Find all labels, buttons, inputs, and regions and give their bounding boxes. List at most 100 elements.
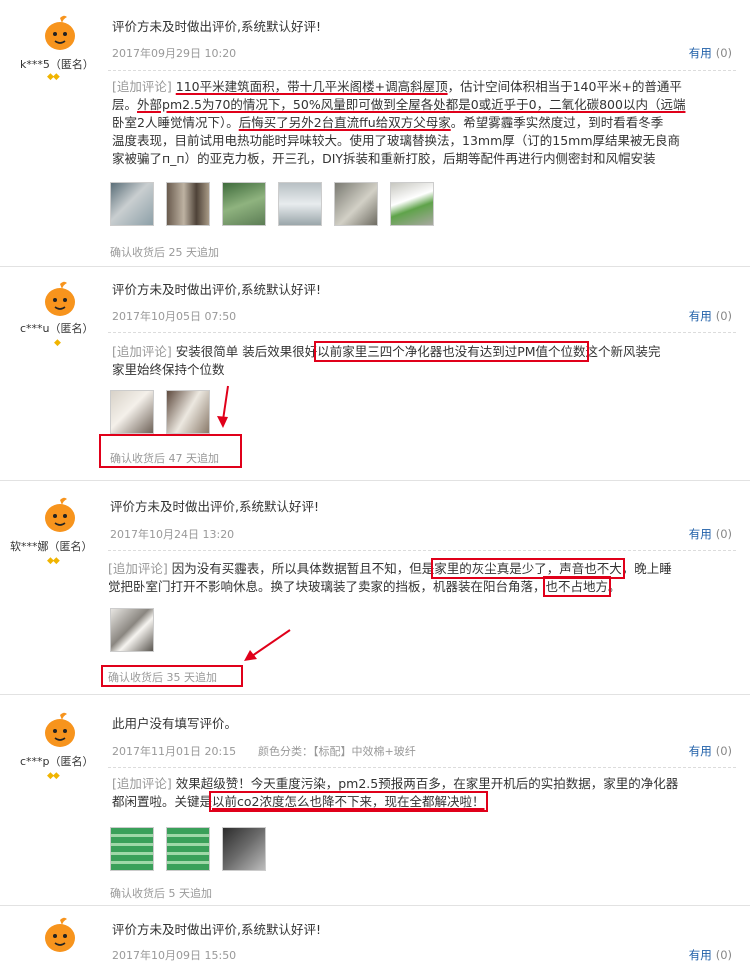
follow-up-comment: [追加评论] 安装很简单 装后效果很好以前家里三四个净化器也没有达到过PM值个位… <box>112 341 734 379</box>
useful-button[interactable]: 有用 (0) <box>689 45 732 61</box>
confirm-receipt-text: 确认收货后 35 天追加 <box>108 671 217 684</box>
follow-up-tag: [追加评论] <box>112 344 172 359</box>
useful-label: 有用 <box>688 309 712 323</box>
confirm-receipt-text: 确认收货后 47 天追加 <box>110 452 219 465</box>
follow-up-text: 安装很简单 装后效果很好 <box>171 344 318 359</box>
review-date: 2017年11月01日 20:15 <box>112 745 237 758</box>
follow-up-text: 。希望雾霾季实然度过，到时看看冬季 <box>450 115 664 130</box>
arrow-annotation <box>217 385 229 428</box>
username: c***u（匿名） <box>20 322 94 335</box>
review-text: 此用户没有填写评价。 <box>112 716 238 731</box>
useful-count: (0) <box>715 46 732 60</box>
review-separator <box>0 480 750 481</box>
avatar[interactable] <box>40 914 80 954</box>
avatar[interactable] <box>40 278 80 318</box>
highlighted-text: 外部pm2.5为70的情况下，50%风量即可做到全屋各处都是0或近乎于0，二氧化… <box>137 97 686 112</box>
follow-up-text: ，晚上睡 <box>621 561 672 576</box>
photo-thumbnail[interactable] <box>166 827 210 871</box>
avatar-icon <box>40 914 80 954</box>
photo-thumbnail[interactable] <box>110 827 154 871</box>
follow-up-tag: [追加评论] <box>112 79 172 94</box>
username: k***5（匿名） <box>20 58 94 71</box>
useful-button[interactable]: 有用 (0) <box>689 308 732 324</box>
review-item: 软***娜（匿名） ◆◆ 评价方未及时做出评价,系统默认好评! 2017年10月… <box>0 482 750 694</box>
follow-up-text: 效果超级赞！今天重度污染，pm2.5预报两百多，在家里开机后的实拍数据，家里的净… <box>171 776 679 791</box>
review-item: c***p（匿名） ◆◆ 此用户没有填写评价。 2017年11月01日 20:1… <box>0 697 750 905</box>
avatar[interactable] <box>40 709 80 749</box>
username: 软***娜（匿名） <box>10 540 93 553</box>
highlighted-text: 以前家里三四个净化器也没有达到过PM值个位数 <box>314 341 589 362</box>
follow-up-tag: [追加评论] <box>112 776 172 791</box>
useful-button[interactable]: 有用 (0) <box>689 743 732 759</box>
highlighted-text: 家里的灰尘真是少了，声音也不大 <box>431 558 625 579</box>
useful-label: 有用 <box>688 744 712 758</box>
review-date: 2017年10月09日 15:50 <box>112 949 237 962</box>
photo-thumbnail[interactable] <box>222 182 266 226</box>
photo-thumbnail[interactable] <box>110 182 154 226</box>
useful-label: 有用 <box>688 527 712 541</box>
follow-up-comment: [追加评论] 110平米建筑面积，带十几平米阁楼+调高斜屋顶，估计空间体积相当于… <box>112 78 734 168</box>
photo-thumbnail[interactable] <box>390 182 434 226</box>
divider <box>108 550 736 551</box>
follow-up-text: 。 <box>608 579 621 594</box>
useful-label: 有用 <box>688 46 712 60</box>
review-item: 评价方未及时做出评价,系统默认好评! 2017年10月09日 15:50 有用(… <box>0 906 750 963</box>
review-text: 评价方未及时做出评价,系统默认好评! <box>112 282 321 297</box>
rank-icon: ◆◆ <box>47 72 60 82</box>
useful-button[interactable]: 有用 (0) <box>689 526 732 542</box>
username: c***p（匿名） <box>20 755 94 768</box>
rank-icon: ◆◆ <box>47 771 60 781</box>
photo-thumbnail[interactable] <box>166 182 210 226</box>
review-text: 评价方未及时做出评价,系统默认好评! <box>110 499 319 514</box>
follow-up-text: 觉把卧室门打开不影响休息。换了块玻璃装了卖家的挡板，机器装在阳台角落， <box>108 579 546 594</box>
confirm-receipt-text: 确认收货后 25 天追加 <box>110 246 219 259</box>
divider <box>108 70 736 71</box>
follow-up-text: ，估计空间体积相当于140平米+的普通平 <box>447 79 682 94</box>
useful-count: (0) <box>715 527 732 541</box>
arrow-annotation <box>244 629 291 661</box>
rank-icon: ◆ <box>54 338 61 348</box>
photo-thumbnail[interactable] <box>166 390 210 434</box>
review-text: 评价方未及时做出评价,系统默认好评! <box>112 922 321 937</box>
review-date: 2017年09月29日 10:20 <box>112 47 237 60</box>
follow-up-text: 这个新风装完 <box>585 344 661 359</box>
useful-count: (0) <box>715 744 732 758</box>
avatar-icon <box>40 709 80 749</box>
avatar-icon <box>40 494 80 534</box>
useful-count: (0) <box>715 309 732 323</box>
avatar-icon <box>40 12 80 52</box>
avatar[interactable] <box>40 12 80 52</box>
photo-thumbnail[interactable] <box>278 182 322 226</box>
divider <box>108 767 736 768</box>
follow-up-text: 家被骗了п_п）的亚克力板，开三孔，DIY拆装和重新打胶，后期等配件再进行内侧密… <box>112 151 656 166</box>
highlighted-text: 后悔买了另外2台直流ffu给双方父母家 <box>238 115 451 130</box>
highlighted-text: 110平米建筑面积，带十几平米阁楼+调高斜屋顶 <box>175 79 448 94</box>
follow-up-text: 家里始终保持个位数 <box>112 362 225 377</box>
follow-up-comment: [追加评论] 因为没有买霾表，所以具体数据暂且不知，但是家里的灰尘真是少了，声音… <box>108 558 734 597</box>
follow-up-text: 温度表现，目前试用电热功能时异味较大。使用了玻璃替换法，13mm厚（订的15mm… <box>112 133 681 148</box>
follow-up-text: 因为没有买霾表，所以具体数据暂且不知，但是 <box>167 561 435 576</box>
avatar[interactable] <box>40 494 80 534</box>
follow-up-text: 都闲置啦。关键是 <box>112 794 213 809</box>
highlighted-text: 以前co2浓度怎么也降不下来，现在全都解决啦！ <box>209 791 488 812</box>
rank-icon: ◆◆ <box>47 556 60 566</box>
review-text: 评价方未及时做出评价,系统默认好评! <box>112 19 321 34</box>
review-item: c***u（匿名） ◆ 评价方未及时做出评价,系统默认好评! 2017年10月0… <box>0 268 750 480</box>
photo-thumbnail[interactable] <box>110 390 154 434</box>
review-item: k***5（匿名） ◆◆ 评价方未及时做出评价,系统默认好评! 2017年09月… <box>0 0 750 268</box>
divider <box>108 332 736 333</box>
photo-thumbnail[interactable] <box>110 608 154 652</box>
follow-up-text: 层。 <box>112 97 138 112</box>
review-date: 2017年10月05日 07:50 <box>112 310 237 323</box>
color-category: 颜色分类：【标配】中效棉+玻纤 <box>258 745 416 758</box>
useful-button[interactable]: 有用 (0) <box>689 947 732 963</box>
avatar-icon <box>40 278 80 318</box>
follow-up-tag: [追加评论] <box>108 561 168 576</box>
follow-up-comment: [追加评论] 效果超级赞！今天重度污染，pm2.5预报两百多，在家里开机后的实拍… <box>112 775 734 812</box>
photo-thumbnail[interactable] <box>222 827 266 871</box>
review-separator <box>0 694 750 695</box>
review-separator <box>0 266 750 267</box>
highlighted-text: 也不占地方 <box>542 576 612 597</box>
confirm-receipt-text: 确认收货后 5 天追加 <box>110 887 212 900</box>
photo-thumbnail[interactable] <box>334 182 378 226</box>
